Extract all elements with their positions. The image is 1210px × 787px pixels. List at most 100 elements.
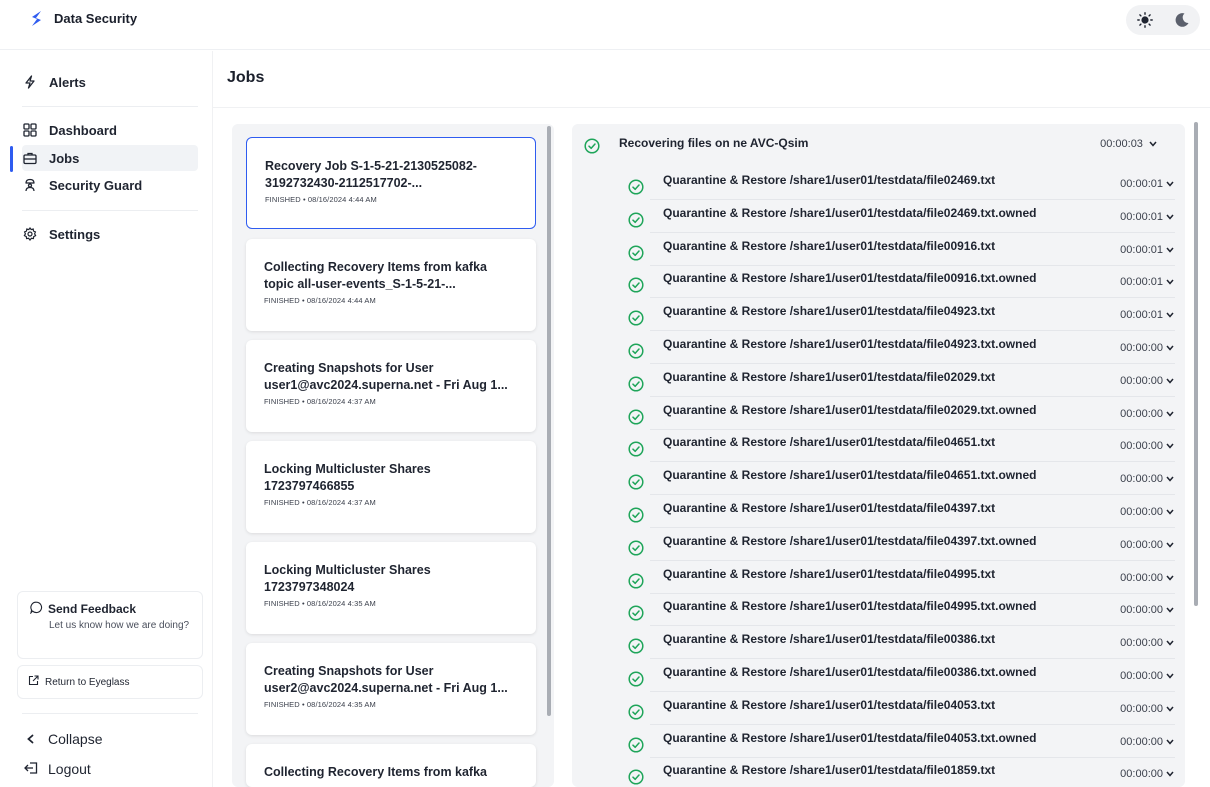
job-card[interactable]: Recovery Job S-1-5-21-2130525082-3192732… (246, 137, 536, 229)
job-card[interactable]: Collecting Recovery Items from kafka top… (246, 239, 536, 331)
job-card[interactable]: Locking Multicluster Shares 172379746685… (246, 441, 536, 533)
task-duration[interactable]: 00:00:00 (1120, 637, 1174, 649)
task-duration[interactable]: 00:00:00 (1120, 703, 1174, 715)
child-task-row[interactable]: Quarantine & Restore /share1/user01/test… (572, 331, 1185, 364)
task-duration[interactable]: 00:00:00 (1120, 440, 1174, 452)
child-task-row[interactable]: Quarantine & Restore /share1/user01/test… (572, 167, 1185, 200)
task-duration[interactable]: 00:00:00 (1120, 342, 1174, 354)
check-circle-icon (628, 671, 644, 692)
task-label: Quarantine & Restore /share1/user01/test… (663, 763, 996, 778)
grid-icon (22, 122, 38, 138)
job-status: FINISHED • 08/16/2024 4:35 AM (264, 700, 376, 709)
child-task-row[interactable]: Quarantine & Restore /share1/user01/test… (572, 659, 1185, 692)
child-task-row[interactable]: Quarantine & Restore /share1/user01/test… (572, 364, 1185, 397)
moon-icon[interactable] (1174, 12, 1190, 28)
task-duration[interactable]: 00:00:01 (1120, 178, 1174, 190)
sidebar-item-alerts[interactable]: Alerts (22, 69, 198, 95)
task-duration[interactable]: 00:00:00 (1120, 375, 1174, 387)
job-card[interactable]: Creating Snapshots for User user2@avc202… (246, 643, 536, 735)
child-task-row[interactable]: Quarantine & Restore /share1/user01/test… (572, 200, 1185, 233)
child-task-row[interactable]: Quarantine & Restore /share1/user01/test… (572, 757, 1185, 787)
chevron-down-icon (1166, 542, 1174, 548)
child-task-row[interactable]: Quarantine & Restore /share1/user01/test… (572, 725, 1185, 758)
detail-scrollbar[interactable] (1194, 122, 1198, 606)
child-task-row[interactable]: Quarantine & Restore /share1/user01/test… (572, 528, 1185, 561)
chevron-down-icon (1166, 214, 1174, 220)
child-task-row[interactable]: Quarantine & Restore /share1/user01/test… (572, 233, 1185, 266)
task-duration[interactable]: 00:00:00 (1120, 768, 1174, 780)
job-title: Locking Multicluster Shares 172379734802… (264, 563, 431, 594)
duration-value: 00:00:00 (1120, 670, 1163, 682)
child-task-row[interactable]: Quarantine & Restore /share1/user01/test… (572, 495, 1185, 528)
child-task-row[interactable]: Quarantine & Restore /share1/user01/test… (572, 561, 1185, 594)
task-duration[interactable]: 00:00:00 (1120, 604, 1174, 616)
task-label: Quarantine & Restore /share1/user01/test… (663, 369, 996, 384)
task-duration[interactable]: 00:00:00 (1120, 506, 1174, 518)
child-task-row[interactable]: Quarantine & Restore /share1/user01/test… (572, 626, 1185, 660)
task-label: Quarantine & Restore /share1/user01/test… (663, 271, 1037, 286)
brand[interactable]: Data Security (28, 10, 137, 27)
active-indicator (10, 146, 13, 172)
chevron-down-icon (1166, 607, 1174, 614)
job-title: Recovery Job S-1-5-21-2130525082-3192732… (265, 159, 477, 190)
sidebar-divider (22, 106, 198, 107)
task-label: Quarantine & Restore /share1/user01/test… (663, 697, 996, 712)
job-card[interactable]: Locking Multicluster Shares 172379734802… (246, 542, 536, 634)
send-feedback-card[interactable]: Send Feedback Let us know how we are doi… (17, 591, 203, 659)
task-duration[interactable]: 00:00:00 (1120, 736, 1174, 748)
parent-task-row[interactable]: Recovering files on ne AVC-Qsim 00:00:03 (572, 124, 1185, 164)
job-list-scrollbar[interactable] (547, 126, 551, 716)
chevron-down-icon (1166, 673, 1174, 679)
check-circle-icon (628, 376, 644, 397)
sun-icon[interactable] (1136, 12, 1153, 28)
check-circle-icon (628, 769, 644, 787)
job-status: FINISHED • 08/16/2024 4:37 AM (264, 498, 376, 507)
chevron-down-icon (1166, 443, 1174, 450)
sidebar-item-dashboard[interactable]: Dashboard (22, 117, 198, 143)
sidebar-item-jobs[interactable]: Jobs (22, 145, 198, 171)
task-duration[interactable]: 00:00:01 (1120, 211, 1174, 223)
job-card[interactable]: Creating Snapshots for User user1@avc202… (246, 340, 536, 432)
chevron-down-icon (1166, 279, 1174, 286)
task-duration[interactable]: 00:00:00 (1120, 539, 1174, 551)
duration-value: 00:00:00 (1120, 440, 1163, 453)
task-duration[interactable]: 00:00:00 (1120, 572, 1174, 584)
child-task-row[interactable]: Quarantine & Restore /share1/user01/test… (572, 397, 1185, 430)
child-task-row[interactable]: Quarantine & Restore /share1/user01/test… (572, 462, 1185, 496)
duration-value: 00:00:00 (1120, 473, 1163, 486)
job-card[interactable]: Collecting Recovery Items from kafka (246, 744, 536, 787)
child-task-row[interactable]: Quarantine & Restore /share1/user01/test… (572, 265, 1185, 299)
task-duration[interactable]: 00:00:01 (1120, 309, 1174, 321)
child-task-row[interactable]: Quarantine & Restore /share1/user01/test… (572, 298, 1185, 332)
check-circle-icon (628, 441, 644, 462)
chevron-down-icon (1166, 640, 1174, 646)
task-duration[interactable]: 00:00:01 (1120, 276, 1174, 288)
task-duration[interactable]: 00:00:00 (1120, 670, 1174, 682)
task-label: Quarantine & Restore /share1/user01/test… (663, 205, 1037, 220)
chat-bubble-icon (30, 601, 43, 617)
check-circle-icon (628, 245, 644, 266)
task-label: Quarantine & Restore /share1/user01/test… (663, 435, 996, 450)
task-duration[interactable]: 00:00:00 (1120, 473, 1174, 485)
task-duration[interactable]: 00:00:00 (1120, 408, 1174, 420)
sidebar-item-settings[interactable]: Settings (22, 221, 198, 247)
sidebar-item-security-guard[interactable]: Security Guard (22, 172, 198, 198)
collapse-button[interactable]: Collapse (26, 731, 102, 747)
duration-value: 00:00:00 (1120, 374, 1163, 387)
guard-icon (22, 177, 38, 193)
theme-toggle[interactable] (1126, 5, 1200, 35)
check-circle-icon (628, 474, 644, 495)
logout-button[interactable]: Logout (24, 761, 91, 777)
check-circle-icon (628, 704, 644, 725)
task-label: Quarantine & Restore /share1/user01/test… (663, 566, 996, 581)
send-feedback-label: Send Feedback (48, 602, 137, 616)
task-duration[interactable]: 00:00:03 (1100, 138, 1157, 150)
child-task-row[interactable]: Quarantine & Restore /share1/user01/test… (572, 593, 1185, 627)
chevron-down-icon (1166, 345, 1174, 351)
child-task-row[interactable]: Quarantine & Restore /share1/user01/test… (572, 692, 1185, 725)
child-task-row[interactable]: Quarantine & Restore /share1/user01/test… (572, 429, 1185, 463)
task-duration[interactable]: 00:00:01 (1120, 244, 1174, 256)
return-to-eyeglass-button[interactable]: Return to Eyeglass (17, 665, 203, 699)
job-detail-panel: Recovering files on ne AVC-Qsim 00:00:03… (572, 124, 1185, 787)
duration-value: 00:00:00 (1120, 538, 1163, 551)
